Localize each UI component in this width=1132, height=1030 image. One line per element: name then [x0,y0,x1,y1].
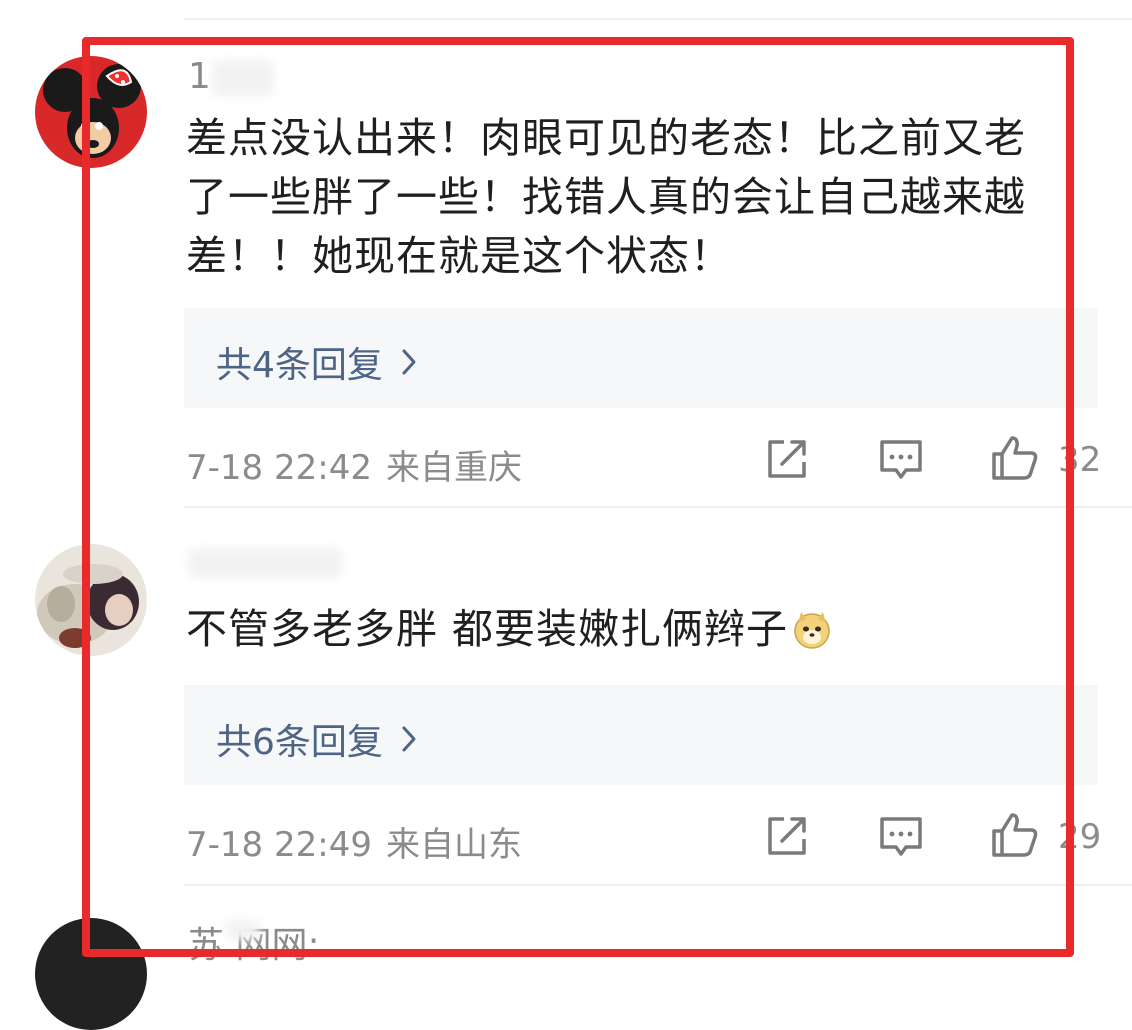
like-count: 32 [1058,440,1102,480]
replies-link[interactable]: 共4条回复 [216,336,383,388]
divider [184,506,1132,508]
comment-text-line: 了一些胖了一些！找错人真的会让自己越来越 [186,173,1026,221]
comment-text-line: 差！！她现在就是这个状态！ [186,232,732,280]
thumbs-up-icon[interactable] [990,811,1040,861]
chevron-right-icon [402,726,416,752]
replies-link[interactable]: 共6条回复 [216,713,383,765]
timestamp: 7-18 22:49 [186,825,372,865]
divider-top [184,18,1132,20]
username-blur-mask [212,60,274,96]
location: 来自重庆 [385,448,522,488]
comment-icon[interactable] [878,813,924,859]
location: 来自山东 [385,825,522,865]
avatar[interactable] [35,56,147,168]
username-blur-mask [226,920,260,940]
replies-box[interactable]: 共4条回复 [184,308,1098,408]
comment-icon[interactable] [878,436,924,482]
comment-text: 差点没认出来！肉眼可见的老态！比之前又老 了一些胖了一些！找错人真的会让自己越来… [186,109,1091,286]
comment-meta: 7-18 22:42 来自重庆 [186,440,522,489]
comment-meta: 7-18 22:49 来自山东 [186,817,522,866]
share-icon[interactable] [764,813,810,859]
comment-text-line: 差点没认出来！肉眼可见的老态！比之前又老 [186,114,1026,162]
avatar[interactable] [35,544,147,656]
share-icon[interactable] [764,436,810,482]
username-blur-mask [188,548,342,578]
replies-box[interactable]: 共6条回复 [184,685,1098,785]
comment-text-line: 不管多老多胖 都要装嫩扎俩辫子 [186,605,789,653]
comment-text: 不管多老多胖 都要装嫩扎俩辫子 [186,600,1091,659]
thumbs-up-icon[interactable] [990,434,1040,484]
timestamp: 7-18 22:42 [186,448,372,488]
chevron-right-icon [402,349,416,375]
username[interactable]: 1 [188,56,211,97]
like-count: 29 [1058,817,1102,857]
divider [184,884,1132,886]
doge-emoji [794,612,830,649]
